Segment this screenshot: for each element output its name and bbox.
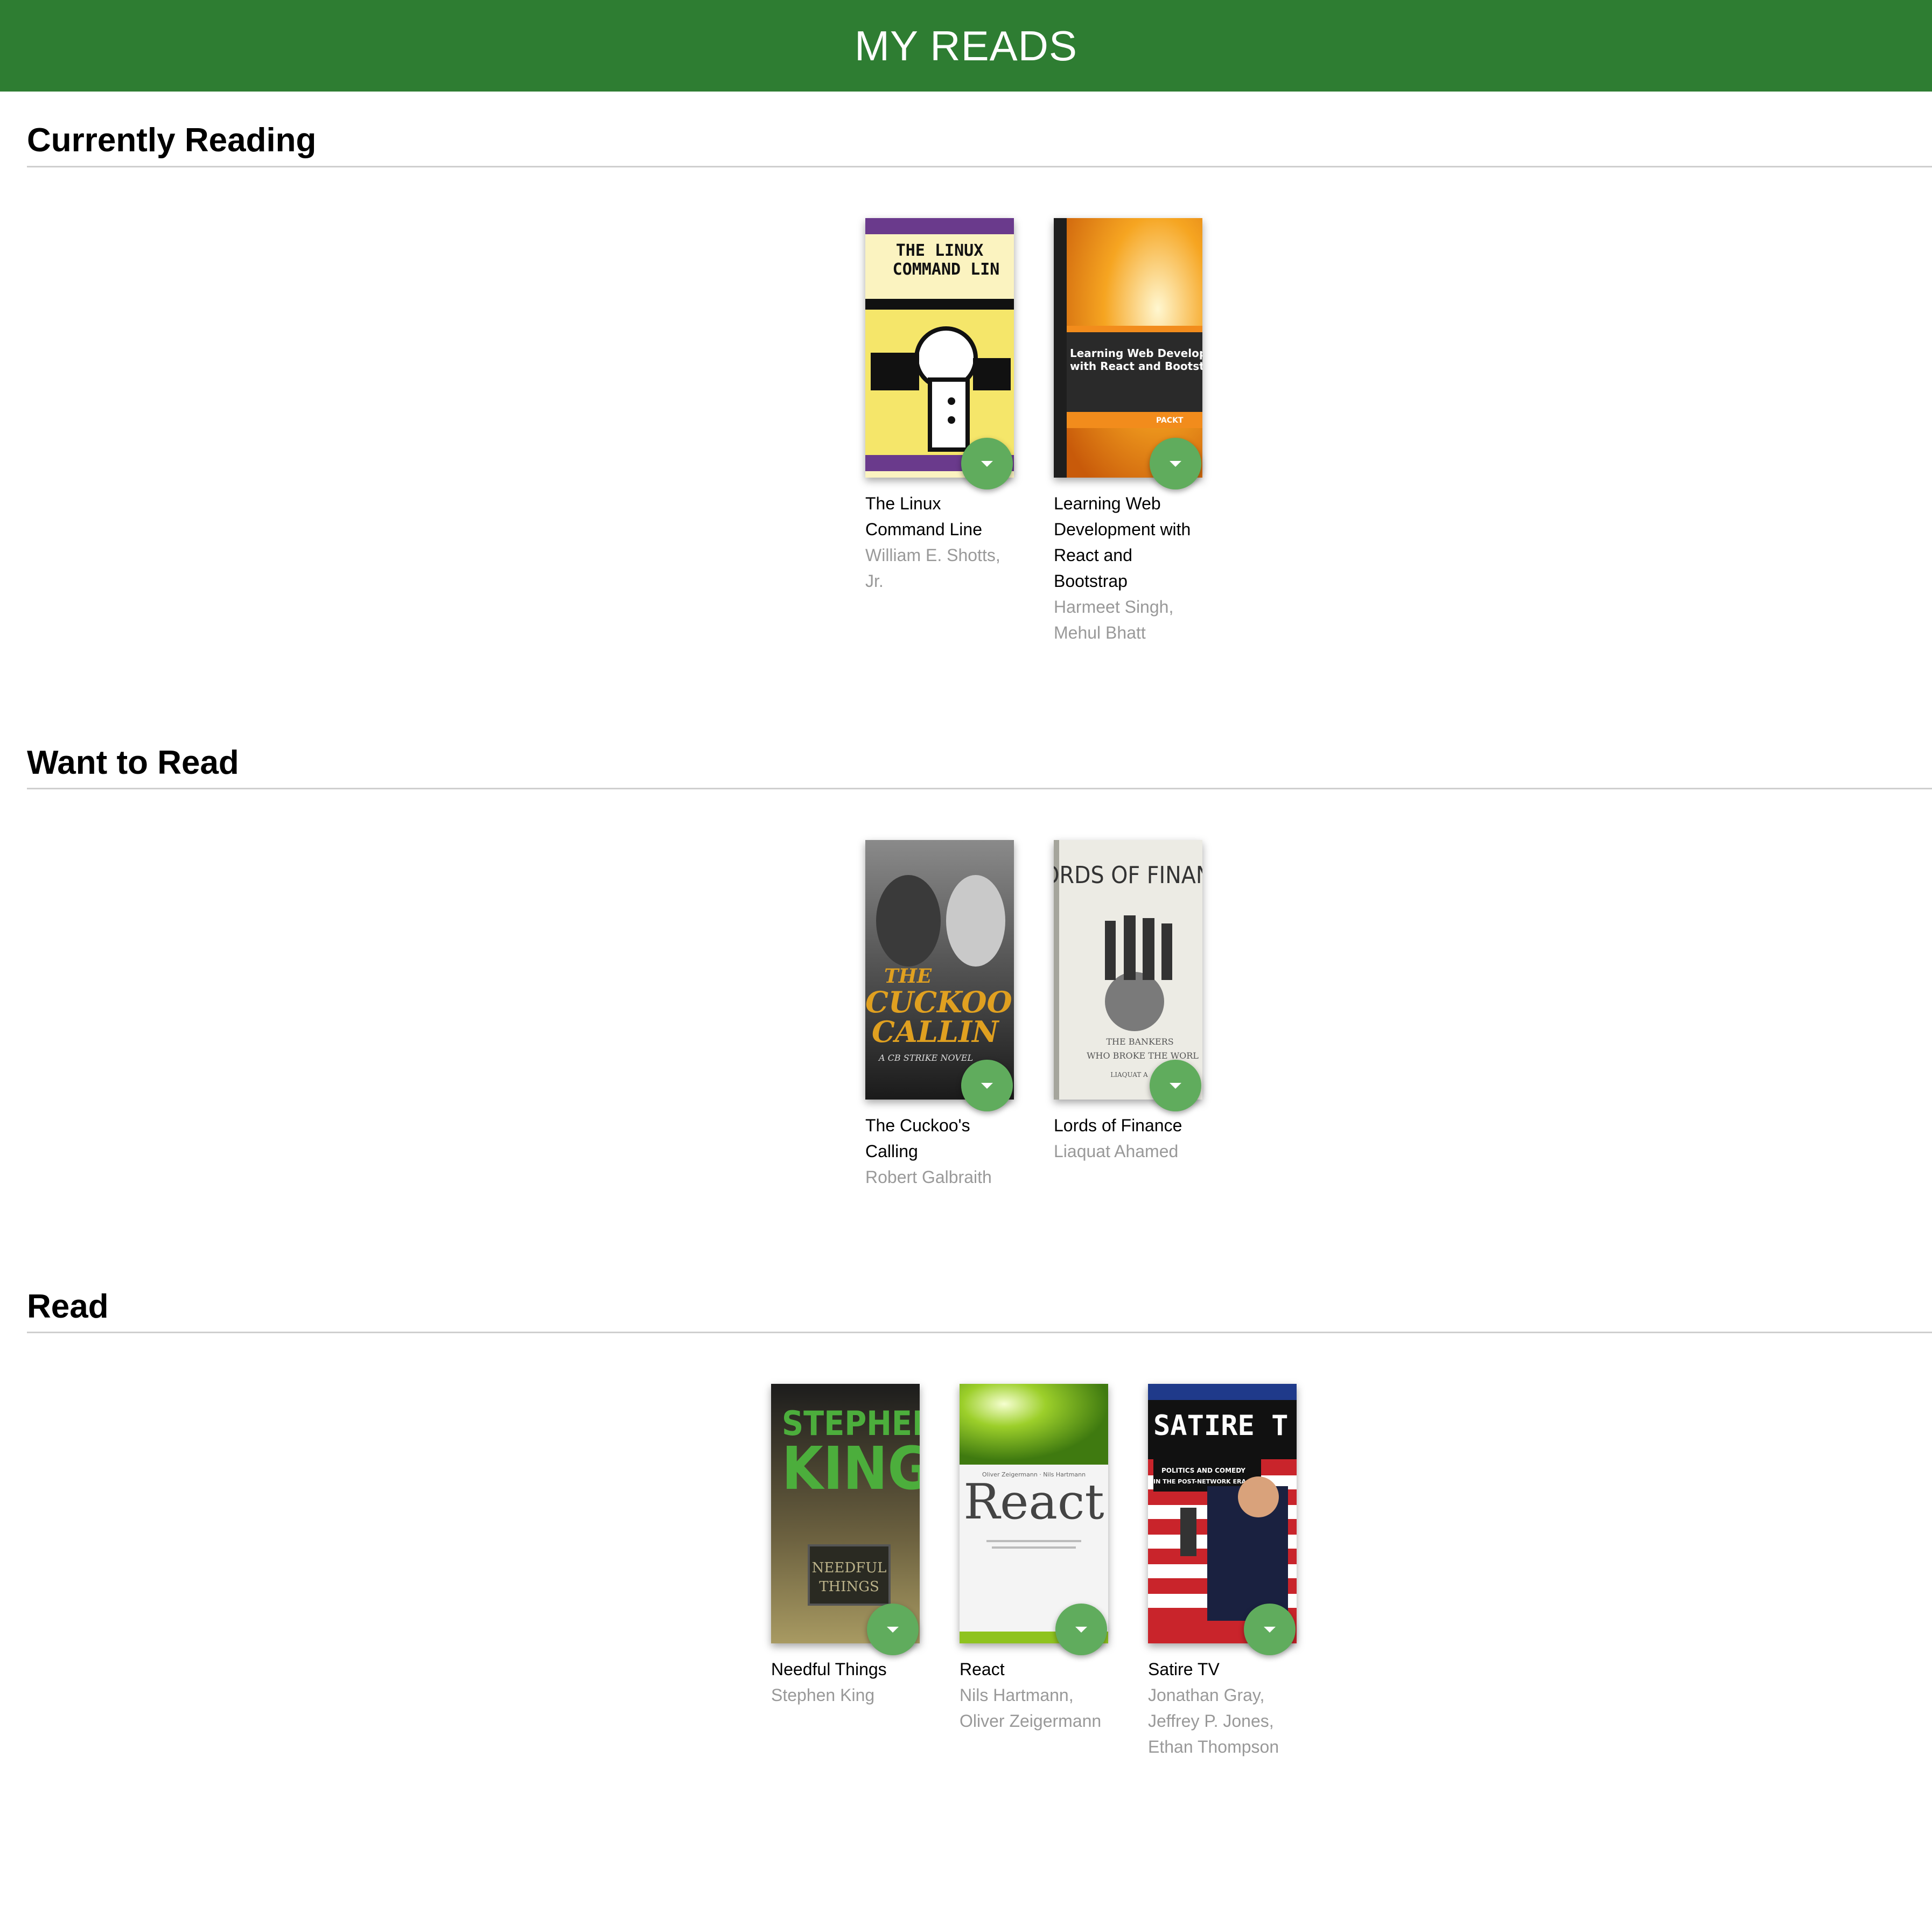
cover-text: SATIRE T	[1153, 1410, 1288, 1442]
shelf-divider	[27, 166, 1932, 167]
cover-text: PACKT	[1156, 416, 1184, 425]
cover-text: A CB STRIKE NOVEL	[878, 1053, 973, 1063]
caret-down-icon	[981, 1082, 993, 1089]
book-item: THE CUCKOO' CALLIN A CB STRIKE NOVEL The…	[865, 840, 1027, 1190]
cover-text: IN THE POST-NETWORK ERA	[1153, 1478, 1246, 1485]
shelf-divider	[27, 788, 1932, 789]
book-title: React	[960, 1660, 1005, 1679]
cover-text: LORDS OF FINANC	[1054, 862, 1202, 889]
book-title: Lords of Finance	[1054, 1116, 1182, 1135]
shelf-changer-button[interactable]	[1150, 1060, 1201, 1111]
book-item: THE LINUX COMMAND LIN The Linux Command …	[865, 218, 1027, 594]
app-title: MY READS	[855, 22, 1077, 69]
cover-text: LIAQUAT A	[1110, 1071, 1148, 1079]
caret-down-icon	[981, 460, 993, 467]
cover-text: CALLIN	[872, 1014, 1000, 1049]
book-authors: Robert Galbraith	[865, 1167, 992, 1187]
book-title: The Linux Command Line	[865, 494, 982, 539]
shelf-changer-button[interactable]	[961, 438, 1013, 489]
cover-text: COMMAND LIN	[893, 260, 1000, 279]
book-item: Learning Web Developme with React and Bo…	[1054, 218, 1215, 646]
shelf-divider	[27, 1332, 1932, 1333]
book-item: STEPHEN KING NEEDFUL THINGS Needful Thin…	[771, 1384, 933, 1708]
cover-text: KING	[782, 1434, 920, 1503]
cover-text: POLITICS AND COMEDY	[1161, 1467, 1245, 1474]
shelf-changer-button[interactable]	[1055, 1604, 1107, 1655]
book-authors: Jonathan Gray, Jeffrey P. Jones, Ethan T…	[1148, 1685, 1279, 1756]
cover-text: NEEDFUL	[812, 1560, 887, 1576]
book-item: SATIRE T POLITICS AND COMEDY IN THE POST…	[1148, 1384, 1310, 1760]
cover-text: THE LINUX	[896, 241, 984, 260]
cover-text: THINGS	[819, 1579, 879, 1595]
app-header: MY READS	[0, 0, 1932, 92]
book-item: LORDS OF FINANC THE BANKERS WHO BROKE TH…	[1054, 840, 1215, 1164]
book-title: The Cuckoo's Calling	[865, 1116, 970, 1161]
shelf-changer-button[interactable]	[1150, 438, 1201, 489]
shelf-title: Read	[27, 1288, 109, 1325]
book-authors: Stephen King	[771, 1685, 875, 1705]
cover-text: React	[963, 1474, 1104, 1530]
book-authors: Liaquat Ahamed	[1054, 1142, 1179, 1161]
book-title: Satire TV	[1148, 1660, 1220, 1679]
cover-text: Learning Web Developme	[1070, 347, 1202, 360]
caret-down-icon	[1170, 460, 1181, 467]
caret-down-icon	[1170, 1082, 1181, 1089]
shelf-changer-button[interactable]	[1244, 1604, 1296, 1655]
shelf-changer-button[interactable]	[961, 1060, 1013, 1111]
book-authors: Nils Hartmann, Oliver Zeigermann	[960, 1685, 1102, 1731]
cover-text: WHO BROKE THE WORL	[1087, 1051, 1199, 1061]
caret-down-icon	[1264, 1626, 1276, 1633]
book-authors: William E. Shotts, Jr.	[865, 545, 1000, 591]
book-authors: Harmeet Singh, Mehul Bhatt	[1054, 597, 1174, 642]
cover-text: THE	[884, 965, 932, 988]
caret-down-icon	[1075, 1626, 1087, 1633]
shelf-changer-button[interactable]	[867, 1604, 919, 1655]
book-title: Learning Web Development with React and …	[1054, 494, 1191, 591]
book-title: Needful Things	[771, 1660, 887, 1679]
caret-down-icon	[887, 1626, 899, 1633]
cover-text: with React and Bootstrap	[1070, 360, 1202, 373]
book-item: Oliver Zeigermann · Nils Hartmann React …	[960, 1384, 1121, 1734]
cover-text: THE BANKERS	[1106, 1037, 1173, 1047]
shelf-title: Currently Reading	[27, 122, 317, 159]
shelf-title: Want to Read	[27, 744, 239, 781]
